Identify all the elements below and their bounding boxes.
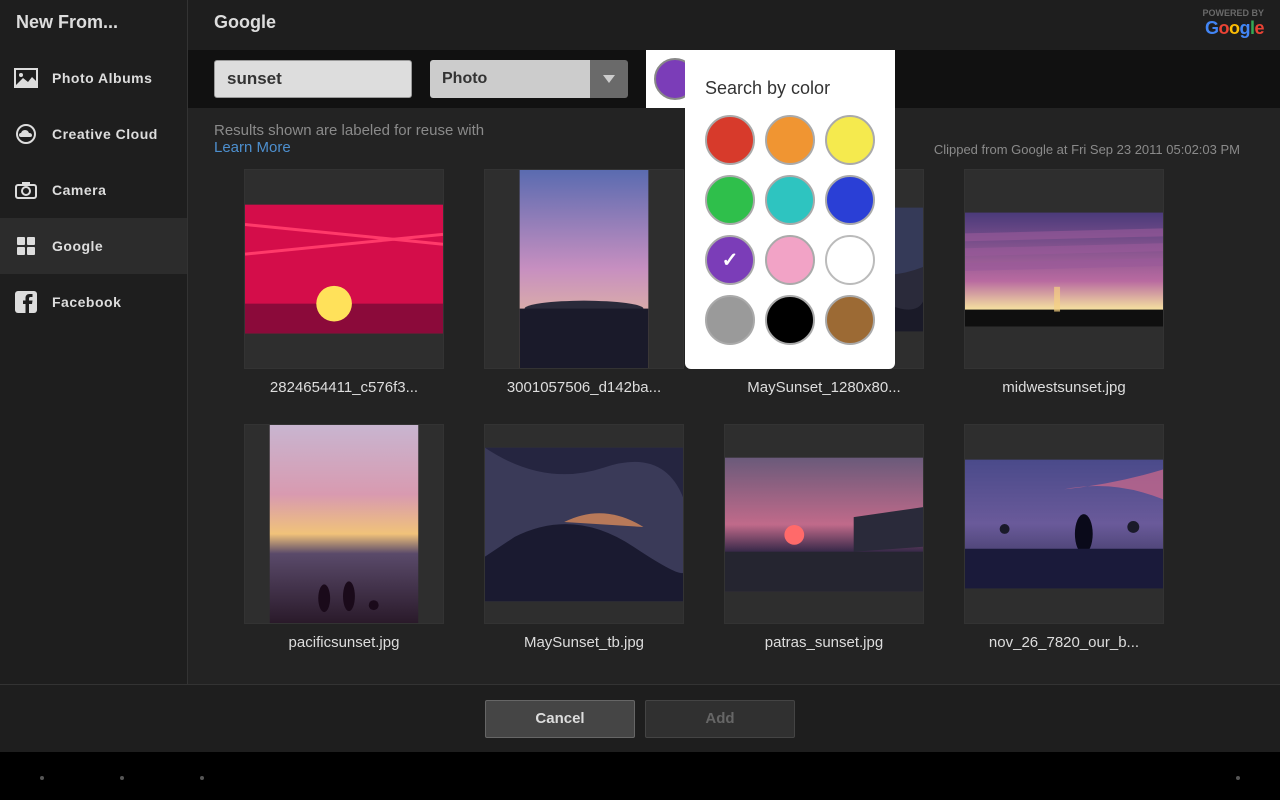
color-swatch-white[interactable] [825, 235, 875, 285]
learn-more-link[interactable]: Learn More [214, 139, 291, 156]
result-caption: midwestsunset.jpg [1002, 379, 1125, 396]
color-swatch-red[interactable] [705, 115, 755, 165]
sidebar-item-camera[interactable]: Camera [0, 162, 187, 218]
type-dropdown[interactable]: Photo [430, 60, 628, 98]
result-card[interactable]: pacificsunset.jpg [244, 424, 444, 651]
color-swatch-gray[interactable] [705, 295, 755, 345]
powered-by: POWERED BY Google [1202, 8, 1264, 39]
google-icon [14, 234, 38, 258]
result-caption: MaySunset_tb.jpg [524, 634, 644, 651]
source-sidebar: Photo Albums Creative Cloud Camera Googl… [0, 50, 188, 684]
sidebar-item-label: Photo Albums [52, 70, 152, 86]
sidebar-item-creative-cloud[interactable]: Creative Cloud [0, 106, 187, 162]
sidebar-item-label: Google [52, 238, 103, 254]
source-name: Google [214, 12, 276, 32]
camera-icon [14, 178, 38, 202]
license-info: Results shown are labeled for reuse with… [214, 122, 484, 157]
color-swatch-pink[interactable] [765, 235, 815, 285]
color-grid [705, 115, 875, 345]
header-title: Google POWERED BY Google [188, 0, 1280, 50]
cloud-icon [14, 122, 38, 146]
color-swatch-black[interactable] [765, 295, 815, 345]
sidebar-item-google[interactable]: Google [0, 218, 187, 274]
result-caption: patras_sunset.jpg [765, 634, 883, 651]
search-input[interactable] [214, 60, 412, 98]
color-swatch-green[interactable] [705, 175, 755, 225]
image-icon [14, 66, 38, 90]
result-card[interactable]: 2824654411_c576f3... [244, 169, 444, 396]
result-card[interactable]: MaySunset_tb.jpg [484, 424, 684, 651]
cancel-button[interactable]: Cancel [485, 700, 635, 738]
sidebar-title: New From... [0, 0, 188, 50]
result-card[interactable]: patras_sunset.jpg [724, 424, 924, 651]
result-card[interactable]: nov_26_7820_our_b... [964, 424, 1164, 651]
result-caption: MaySunset_1280x80... [747, 379, 900, 396]
sidebar-item-label: Creative Cloud [52, 126, 158, 142]
color-picker-popup: Search by color [685, 50, 895, 369]
type-selected: Photo [430, 60, 590, 98]
clip-info: Clipped from Google at Fri Sep 23 2011 0… [934, 122, 1240, 157]
result-card[interactable]: midwestsunset.jpg [964, 169, 1164, 396]
sidebar-item-photo-albums[interactable]: Photo Albums [0, 50, 187, 106]
result-caption: 2824654411_c576f3... [270, 379, 418, 396]
result-card[interactable]: 3001057506_d142ba... [484, 169, 684, 396]
result-caption: nov_26_7820_our_b... [989, 634, 1139, 651]
color-swatch-brown[interactable] [825, 295, 875, 345]
color-popup-title: Search by color [705, 78, 875, 99]
color-swatch-yellow[interactable] [825, 115, 875, 165]
color-swatch-purple[interactable] [705, 235, 755, 285]
color-swatch-blue[interactable] [825, 175, 875, 225]
result-caption: 3001057506_d142ba... [507, 379, 661, 396]
sidebar-item-facebook[interactable]: Facebook [0, 274, 187, 330]
result-caption: pacificsunset.jpg [289, 634, 400, 651]
facebook-icon [14, 290, 38, 314]
main-panel: Photo C Results shown are labeled for re… [188, 50, 1280, 684]
google-logo: Google [1202, 18, 1264, 39]
chevron-down-icon [590, 60, 628, 98]
color-swatch-orange[interactable] [765, 115, 815, 165]
add-button[interactable]: Add [645, 700, 795, 738]
sidebar-item-label: Camera [52, 182, 106, 198]
sidebar-item-label: Facebook [52, 294, 121, 310]
system-dock [0, 752, 1280, 800]
color-swatch-teal[interactable] [765, 175, 815, 225]
footer-bar: Cancel Add [0, 684, 1280, 752]
